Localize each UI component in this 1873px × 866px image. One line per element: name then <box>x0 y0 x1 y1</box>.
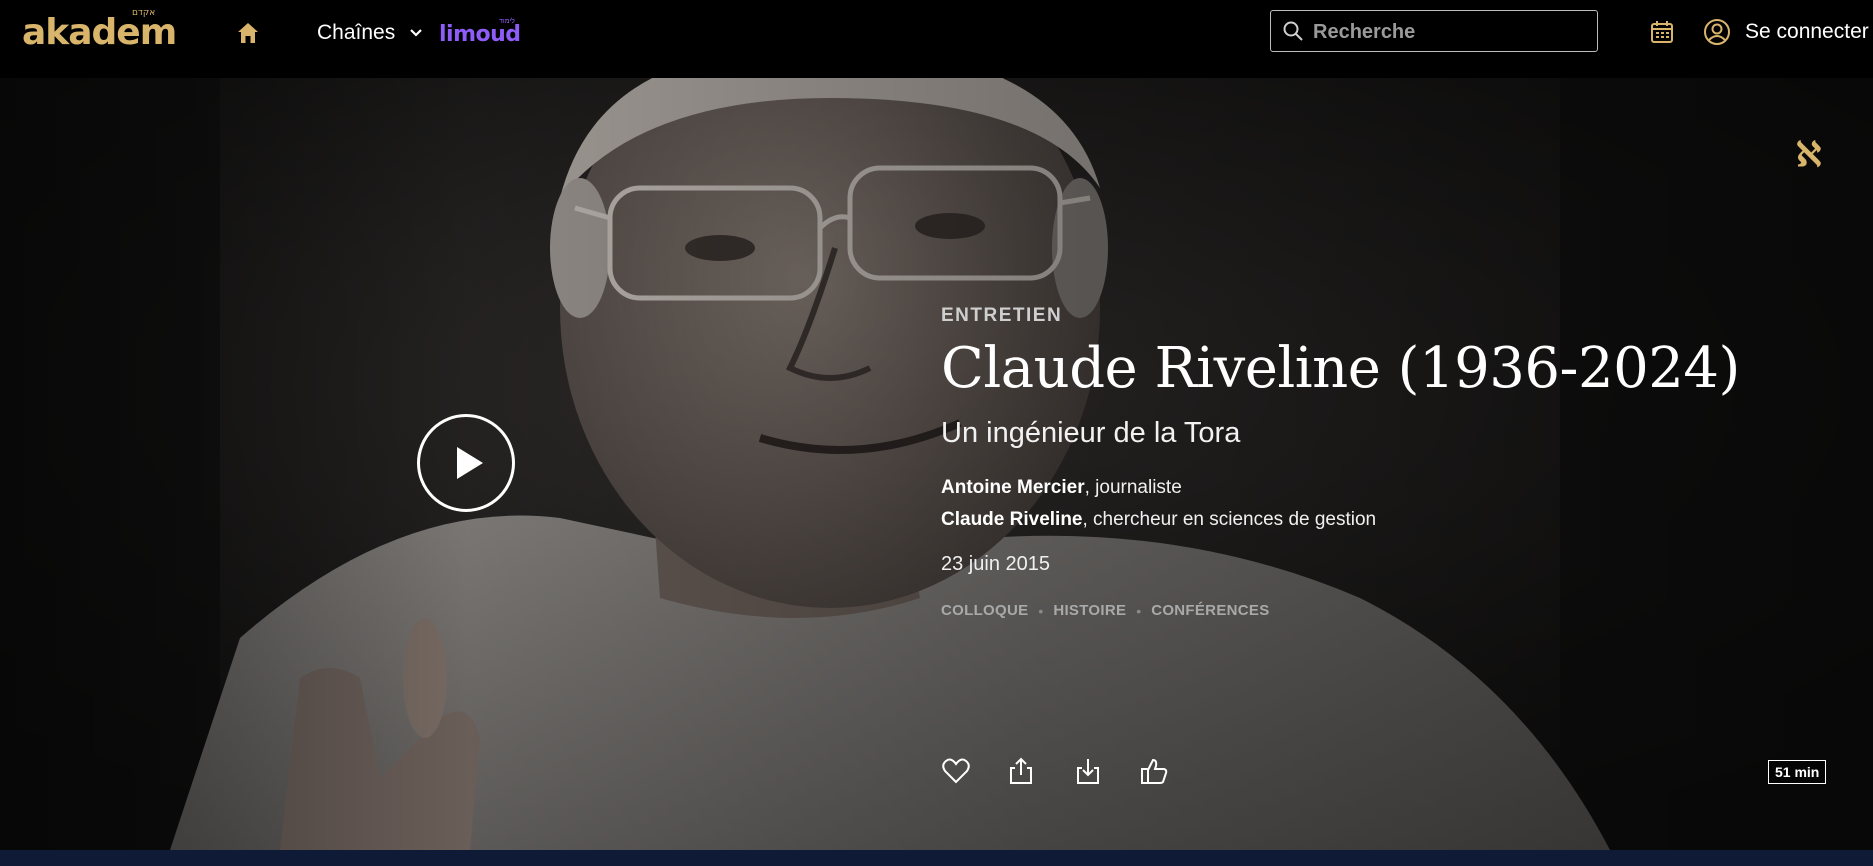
top-navigation-bar: אקדם akadem Chaînes לימוד limoud Recherc… <box>0 0 1873 78</box>
search-input[interactable] <box>1311 16 1591 48</box>
program-subtitle: Un ingénieur de la Tora <box>941 417 1241 449</box>
speaker-line: Claude Riveline, chercheur en sciences d… <box>941 509 1376 531</box>
duration-badge: 51 min <box>1768 760 1827 784</box>
login-label: Se connecter <box>1745 20 1869 43</box>
speaker-role: , chercheur en sciences de gestion <box>1082 509 1377 530</box>
channels-menu[interactable]: Chaînes <box>317 21 423 45</box>
download-icon[interactable] <box>1073 756 1103 786</box>
akadem-alef-icon: ℵ <box>1796 135 1822 175</box>
thumbs-up-icon[interactable] <box>1139 756 1169 786</box>
chevron-down-icon <box>410 29 422 37</box>
hero-overlay <box>0 78 1873 850</box>
share-icon[interactable] <box>1006 756 1036 786</box>
calendar-icon[interactable] <box>1649 19 1675 45</box>
limoud-text: limoud <box>439 22 521 47</box>
login-button[interactable]: Se connecter <box>1703 18 1869 46</box>
speaker-line: Antoine Mercier, journaliste <box>941 477 1182 499</box>
user-icon <box>1704 19 1730 45</box>
limoud-link[interactable]: לימוד limoud <box>439 16 525 50</box>
speaker-name[interactable]: Claude Riveline <box>941 509 1083 530</box>
home-icon[interactable] <box>236 21 260 45</box>
action-bar <box>941 756 1241 790</box>
search-icon <box>1283 21 1303 41</box>
bottom-strip <box>0 850 1873 866</box>
play-icon <box>457 447 483 479</box>
tag-list: COLLOQUE • HISTOIRE • CONFÉRENCES <box>941 602 1270 619</box>
program-kind: ENTRETIEN <box>941 305 1063 326</box>
speaker-role: , journaliste <box>1084 477 1182 498</box>
tag-conferences[interactable]: CONFÉRENCES <box>1151 602 1269 619</box>
tag-colloque[interactable]: COLLOQUE <box>941 602 1028 619</box>
tag-separator: • <box>1136 602 1142 619</box>
tag-separator: • <box>1038 602 1044 619</box>
speaker-name[interactable]: Antoine Mercier <box>941 477 1085 498</box>
heart-icon[interactable] <box>941 756 971 786</box>
akadem-logo[interactable]: אקדם akadem <box>22 8 182 53</box>
search-box[interactable] <box>1270 10 1598 52</box>
logo-text: akadem <box>22 12 177 53</box>
program-title: Claude Riveline (1936-2024) <box>941 336 1740 401</box>
program-date: 23 juin 2015 <box>941 553 1050 575</box>
channels-label: Chaînes <box>317 21 396 44</box>
tag-histoire[interactable]: HISTOIRE <box>1053 602 1126 619</box>
hero-banner: ℵ ENTRETIEN Claude Riveline (1936-2024) … <box>0 78 1873 850</box>
play-button[interactable] <box>417 414 515 512</box>
